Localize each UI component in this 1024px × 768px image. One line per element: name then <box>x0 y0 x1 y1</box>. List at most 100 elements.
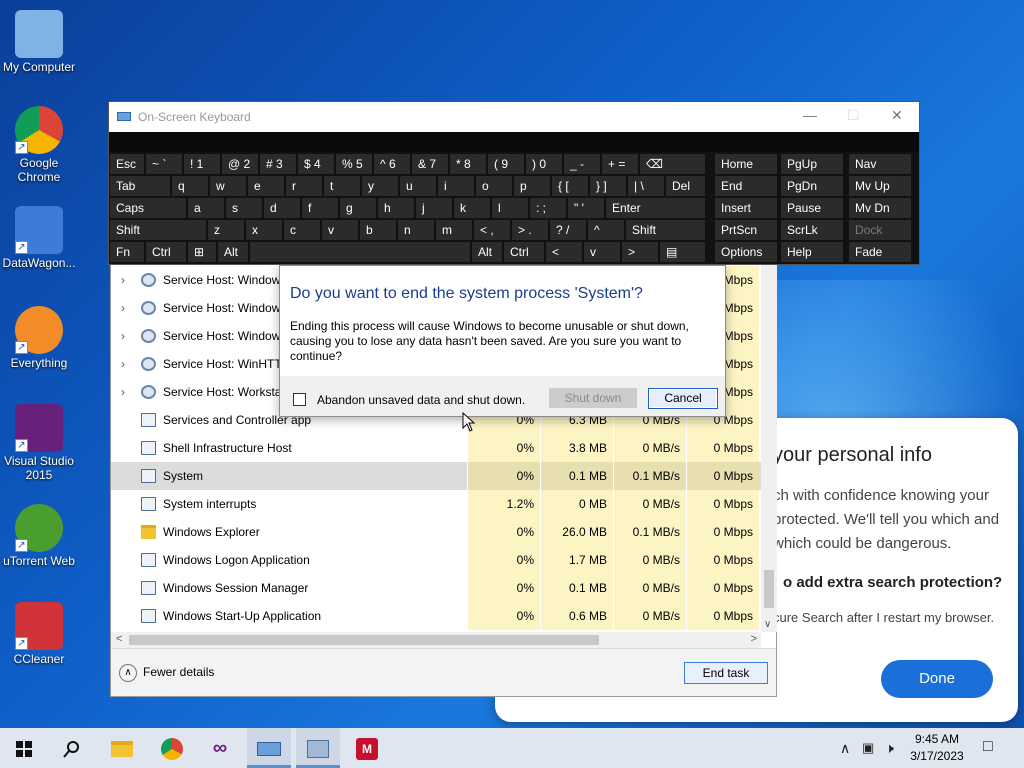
osk-key[interactable]: g <box>340 198 376 218</box>
osk-key[interactable]: Shift <box>110 220 206 240</box>
desktop-icon[interactable]: ↗ CCleaner <box>0 602 78 666</box>
expand-chevron-icon[interactable]: › <box>121 385 125 399</box>
process-row[interactable]: Windows Session Manager 0% 0.1 MB 0 MB/s 0 M… <box>111 574 761 602</box>
hscroll-thumb[interactable] <box>129 635 599 645</box>
osk-key[interactable]: & 7 <box>412 154 448 174</box>
osk-key[interactable]: Ctrl <box>504 242 544 262</box>
osk-key[interactable]: Tab <box>110 176 170 196</box>
osk-key[interactable]: p <box>514 176 550 196</box>
scroll-down-icon[interactable]: ∨ <box>764 619 771 630</box>
osk-key[interactable]: r <box>286 176 322 196</box>
osk-key[interactable]: ( 9 <box>488 154 524 174</box>
osk-key[interactable]: Mv Up <box>849 176 911 196</box>
cancel-button[interactable]: Cancel <box>648 388 718 409</box>
osk-key[interactable]: m <box>436 220 472 240</box>
start-button[interactable] <box>2 728 46 768</box>
desktop-icon[interactable]: ↗ uTorrent Web <box>0 504 78 568</box>
osk-key[interactable]: Alt <box>472 242 502 262</box>
horizontal-scrollbar[interactable]: < > <box>111 632 761 648</box>
scroll-right-icon[interactable]: > <box>751 633 757 645</box>
osk-key[interactable]: < <box>546 242 582 262</box>
osk-key[interactable]: u <box>400 176 436 196</box>
checkbox-label[interactable]: Abandon unsaved data and shut down. <box>317 393 525 407</box>
osk-key[interactable]: Dock <box>849 220 911 240</box>
osk-key[interactable]: x <box>246 220 282 240</box>
volume-icon[interactable]: 🕨 <box>885 740 894 757</box>
osk-key[interactable]: Nav <box>849 154 911 174</box>
osk-key[interactable]: ⌫ <box>640 154 705 174</box>
osk-key[interactable]: End <box>715 176 777 196</box>
osk-key[interactable]: + = <box>602 154 638 174</box>
osk-key[interactable]: Help <box>781 242 843 262</box>
desktop-icon[interactable]: ↗ Visual Studio 2015 <box>0 404 78 482</box>
osk-key[interactable]: i <box>438 176 474 196</box>
osk-key[interactable]: v <box>584 242 620 262</box>
osk-key[interactable]: y <box>362 176 398 196</box>
osk-key[interactable]: h <box>378 198 414 218</box>
osk-key[interactable]: Del <box>666 176 705 196</box>
process-row[interactable]: System interrupts 1.2% 0 MB 0 MB/s 0 Mbps <box>111 490 761 518</box>
osk-key[interactable]: ? / <box>550 220 586 240</box>
desktop-icon[interactable]: ↗ Everything <box>0 306 78 370</box>
desktop-icon[interactable]: ↗ DataWagon... <box>0 206 78 270</box>
process-row[interactable]: System 0% 0.1 MB 0.1 MB/s 0 Mbps <box>111 462 761 490</box>
osk-key[interactable]: b <box>360 220 396 240</box>
osk-key[interactable]: PgUp <box>781 154 843 174</box>
osk-key[interactable]: ! 1 <box>184 154 220 174</box>
osk-key[interactable]: * 8 <box>450 154 486 174</box>
osk-key[interactable]: k <box>454 198 490 218</box>
abandon-data-checkbox[interactable] <box>293 393 306 406</box>
scroll-left-icon[interactable]: < <box>116 633 122 645</box>
osk-key[interactable]: { [ <box>552 176 588 196</box>
osk-key[interactable]: l <box>492 198 528 218</box>
shut-down-button[interactable]: Shut down <box>549 388 637 408</box>
taskbar-on-screen-keyboard[interactable] <box>247 728 291 768</box>
process-row[interactable]: Windows Explorer 0% 26.0 MB 0.1 MB/s 0 Mbps <box>111 518 761 546</box>
osk-key[interactable]: < , <box>474 220 510 240</box>
osk-key[interactable]: Caps <box>110 198 186 218</box>
osk-key[interactable]: # 3 <box>260 154 296 174</box>
osk-key[interactable]: ⊞ <box>188 242 216 262</box>
maximize-icon[interactable]: ☐ <box>847 107 860 124</box>
osk-key[interactable]: Mv Dn <box>849 198 911 218</box>
osk-key[interactable]: PgDn <box>781 176 843 196</box>
desktop-icon[interactable]: ↗ Google Chrome <box>0 106 78 184</box>
osk-key[interactable]: Options <box>715 242 777 262</box>
osk-key[interactable]: n <box>398 220 434 240</box>
osk-key[interactable]: } ] <box>590 176 626 196</box>
osk-key[interactable]: o <box>476 176 512 196</box>
process-row[interactable]: Shell Infrastructure Host 0% 3.8 MB 0 MB/s 0… <box>111 434 761 462</box>
osk-key[interactable]: Alt <box>218 242 248 262</box>
taskbar-visual-studio[interactable]: ∞ <box>198 728 242 768</box>
osk-key[interactable]: ) 0 <box>526 154 562 174</box>
network-icon[interactable]: ▣ <box>862 740 874 756</box>
clock[interactable]: 9:45 AM 3/17/2023 <box>906 731 968 765</box>
osk-key[interactable]: ▤ <box>660 242 705 262</box>
osk-key[interactable]: : ; <box>530 198 566 218</box>
osk-key[interactable]: Shift <box>626 220 705 240</box>
osk-key[interactable]: f <box>302 198 338 218</box>
osk-key[interactable]: " ' <box>568 198 604 218</box>
end-task-button[interactable]: End task <box>684 662 768 684</box>
osk-key[interactable]: t <box>324 176 360 196</box>
taskbar-chrome[interactable] <box>150 728 194 768</box>
osk-key[interactable]: Esc <box>110 154 144 174</box>
osk-key[interactable]: w <box>210 176 246 196</box>
osk-key[interactable]: @ 2 <box>222 154 258 174</box>
minimize-icon[interactable]: — <box>803 107 817 123</box>
promo-done-button[interactable]: Done <box>881 660 993 698</box>
osk-key[interactable]: s <box>226 198 262 218</box>
osk-key[interactable]: e <box>248 176 284 196</box>
osk-key[interactable]: Fade <box>849 242 911 262</box>
osk-key[interactable]: ~ ` <box>146 154 182 174</box>
taskbar-mcafee[interactable]: M <box>345 728 389 768</box>
osk-key[interactable]: Home <box>715 154 777 174</box>
osk-key[interactable]: z <box>208 220 244 240</box>
fewer-details-button[interactable]: ∧ Fewer details <box>119 664 214 682</box>
osk-key[interactable]: Fn <box>110 242 144 262</box>
osk-key[interactable] <box>250 242 470 262</box>
notifications-icon[interactable]: □ <box>983 738 993 756</box>
osk-key[interactable]: c <box>284 220 320 240</box>
expand-chevron-icon[interactable]: › <box>121 357 125 371</box>
osk-key[interactable]: v <box>322 220 358 240</box>
